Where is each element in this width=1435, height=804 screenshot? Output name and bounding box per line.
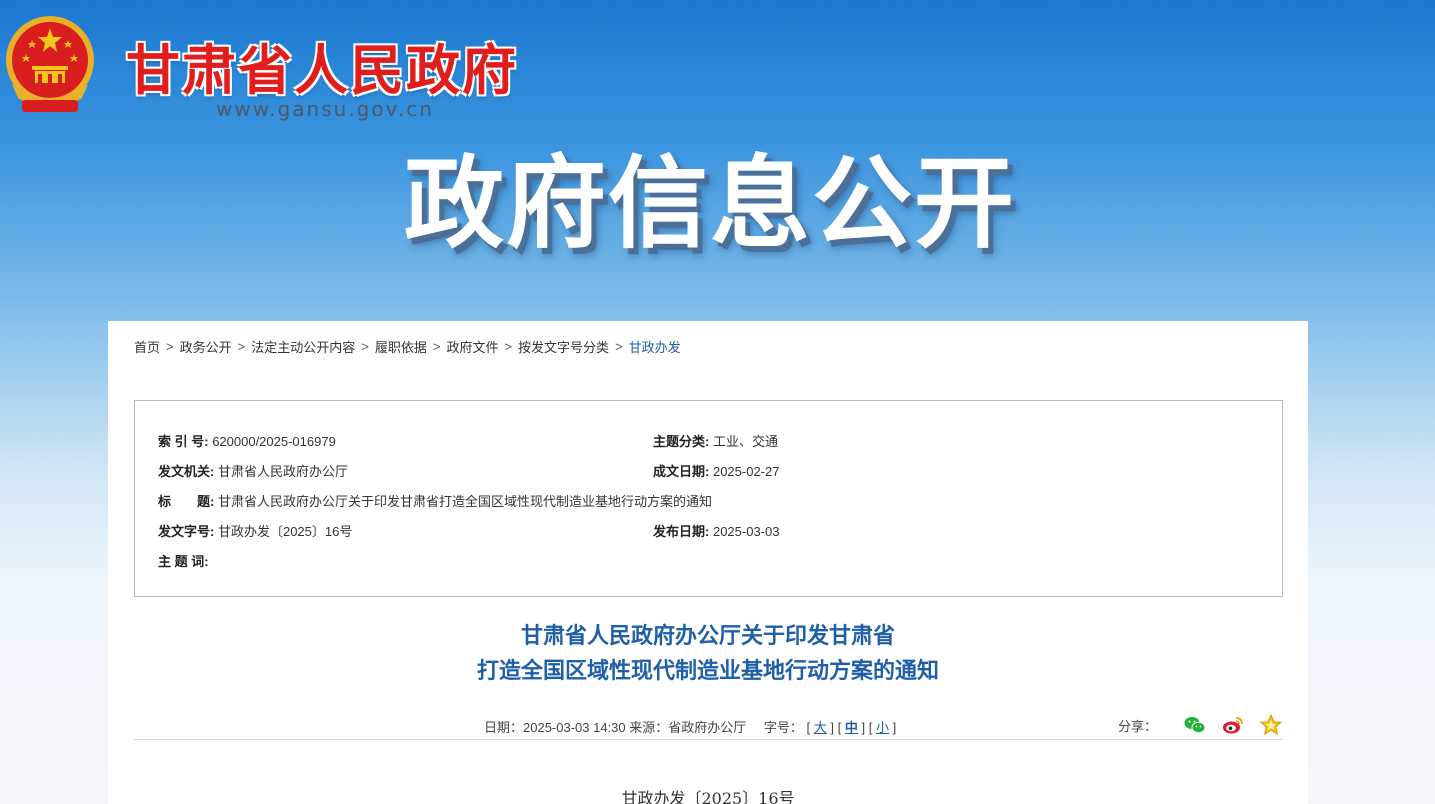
info-keywords: 主 题 词: xyxy=(158,551,209,570)
info-value: 甘政办发〔2025〕16号 xyxy=(217,524,353,539)
breadcrumb-separator: > xyxy=(166,339,174,354)
breadcrumb-duty-basis[interactable]: 履职依据 xyxy=(375,337,427,356)
banner-title: 政府信息公开 xyxy=(404,145,1016,262)
info-value: 2025-03-03 xyxy=(712,524,780,539)
info-label: 标 题: xyxy=(158,494,215,509)
star-icon[interactable] xyxy=(1259,713,1283,737)
breadcrumb-government-documents[interactable]: 政府文件 xyxy=(446,337,498,356)
info-index-number: 索 引 号: 620000/2025-016979 xyxy=(158,431,336,450)
info-label: 主 题 词: xyxy=(158,554,209,569)
article-title-line: 甘肃省人民政府办公厅关于印发甘肃省 xyxy=(520,624,895,649)
article-meta-bar: 日期：2025-03-03 14:30 来源：省政府办公厅 字号： [ 大 ] … xyxy=(134,713,1283,740)
page-header: 甘肃省人民政府 www.gansu.gov.cn 政府信息公开 xyxy=(0,0,1435,320)
info-label: 发文字号: xyxy=(158,524,215,539)
document-number: 甘政办发〔2025〕16号 xyxy=(621,789,795,804)
info-label: 发文机关: xyxy=(158,464,215,479)
wechat-icon[interactable] xyxy=(1183,713,1207,737)
breadcrumb-separator: > xyxy=(615,339,623,354)
document-info-box: 索 引 号: 620000/2025-016979 主题分类: 工业、交通 发文… xyxy=(134,400,1283,597)
info-value: 2025-02-27 xyxy=(712,464,780,479)
bracket: ] [ xyxy=(830,720,842,735)
info-label: 发布日期: xyxy=(653,524,710,539)
font-size-small-button[interactable]: 小 xyxy=(876,720,889,735)
article-date-source: 日期：2025-03-03 14:30 来源：省政府办公厅 xyxy=(484,720,747,735)
breadcrumb-by-doc-number[interactable]: 按发文字号分类 xyxy=(518,337,609,356)
article-title-line: 打造全国区域性现代制造业基地行动方案的通知 xyxy=(476,659,939,684)
info-label: 成文日期: xyxy=(653,464,710,479)
info-value: 工业、交通 xyxy=(712,434,778,449)
info-doc-number: 发文字号: 甘政办发〔2025〕16号 xyxy=(158,521,352,540)
breadcrumb-separator: > xyxy=(504,339,513,354)
info-issuer: 发文机关: 甘肃省人民政府办公厅 xyxy=(158,461,348,480)
breadcrumb-government-affairs[interactable]: 政务公开 xyxy=(180,337,232,356)
site-url[interactable]: www.gansu.gov.cn xyxy=(216,97,434,121)
breadcrumb-statutory-disclosure[interactable]: 法定主动公开内容 xyxy=(251,337,355,356)
share-label: 分享： xyxy=(1117,718,1157,734)
bracket: [ xyxy=(806,720,811,735)
breadcrumb-separator: > xyxy=(361,339,369,354)
info-value: 甘肃省人民政府办公厅关于印发甘肃省打造全国区域性现代制造业基地行动方案的通知 xyxy=(217,494,712,509)
bracket: ] xyxy=(892,720,897,735)
breadcrumb-separator: > xyxy=(432,339,441,354)
info-published-date: 发布日期: 2025-03-03 xyxy=(653,521,779,540)
content-panel: 首页 > 政务公开 > 法定主动公开内容 > 履职依据 > 政府文件 > 按发文… xyxy=(108,321,1308,804)
info-created-date: 成文日期: 2025-02-27 xyxy=(653,461,779,480)
font-size-medium-button[interactable]: 中 xyxy=(845,720,858,735)
breadcrumb-separator: > xyxy=(237,339,246,354)
national-emblem-icon[interactable] xyxy=(2,14,98,116)
share-bar: 分享： xyxy=(1118,713,1283,737)
article-meta: 日期：2025-03-03 14:30 来源：省政府办公厅 字号： [ 大 ] … xyxy=(484,717,896,736)
site-name[interactable]: 甘肃省人民政府 xyxy=(126,26,518,105)
breadcrumb-current[interactable]: 甘政办发 xyxy=(629,337,681,356)
weibo-icon[interactable] xyxy=(1221,713,1245,737)
font-size-large-button[interactable]: 大 xyxy=(814,720,827,735)
breadcrumb-home[interactable]: 首页 xyxy=(134,337,160,356)
info-title: 标 题: 甘肃省人民政府办公厅关于印发甘肃省打造全国区域性现代制造业基地行动方案… xyxy=(158,491,712,510)
info-label: 索 引 号: xyxy=(158,434,209,449)
bracket: ] [ xyxy=(861,720,873,735)
font-size-label: 字号： xyxy=(763,720,803,735)
breadcrumb: 首页 > 政务公开 > 法定主动公开内容 > 履职依据 > 政府文件 > 按发文… xyxy=(134,337,681,356)
info-label: 主题分类: xyxy=(653,434,710,449)
info-category: 主题分类: 工业、交通 xyxy=(653,431,778,450)
article-title: 甘肃省人民政府办公厅关于印发甘肃省 打造全国区域性现代制造业基地行动方案的通知 xyxy=(108,619,1308,689)
info-value: 甘肃省人民政府办公厅 xyxy=(217,464,348,479)
info-value: 620000/2025-016979 xyxy=(212,434,336,449)
